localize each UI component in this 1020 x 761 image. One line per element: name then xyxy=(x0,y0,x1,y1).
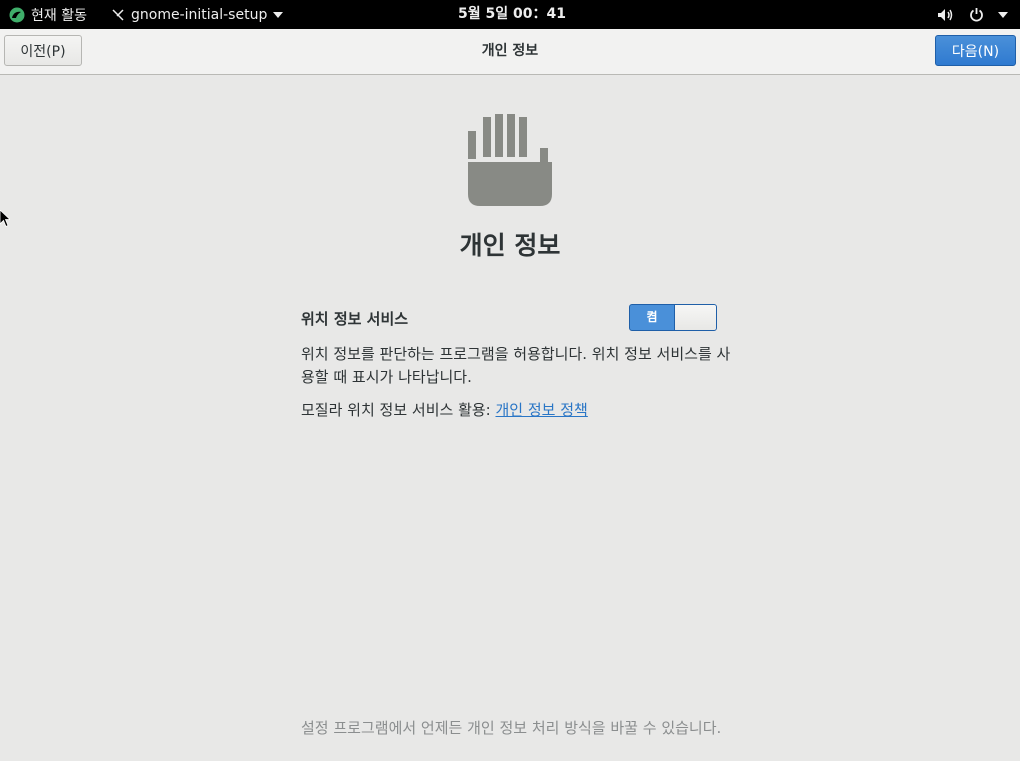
activities-label: 현재 활동 xyxy=(31,7,87,24)
volume-icon xyxy=(938,8,953,21)
next-button[interactable]: 다음(N) xyxy=(935,35,1016,66)
power-icon xyxy=(970,8,983,22)
clock[interactable]: 5월 5일 00：41 xyxy=(458,0,566,29)
header-bar: 이전(P) 개인 정보 다음(N) xyxy=(0,29,1020,75)
top-bar: 현재 활동 gnome-initial-setup 5월 5일 00：41 xyxy=(0,0,1020,29)
switch-knob[interactable] xyxy=(674,305,716,330)
footer-note: 설정 프로그램에서 언제든 개인 정보 처리 방식을 바꿀 수 있습니다. xyxy=(301,719,722,737)
app-menu[interactable]: gnome-initial-setup xyxy=(111,0,284,29)
policy-line: 모질라 위치 정보 서비스 활용: 개인 정보 정책 xyxy=(301,399,588,422)
app-tool-icon xyxy=(112,8,124,21)
chevron-down-icon xyxy=(273,11,284,18)
back-button[interactable]: 이전(P) xyxy=(4,35,82,66)
system-status-menu[interactable] xyxy=(937,0,1008,29)
privacy-policy-link[interactable]: 개인 정보 정책 xyxy=(496,401,588,419)
chevron-down-icon xyxy=(998,11,1008,18)
distro-logo-icon xyxy=(9,7,25,22)
privacy-hand-icon xyxy=(468,114,552,206)
location-services-label: 위치 정보 서비스 xyxy=(301,310,409,328)
switch-state-label: 켬 xyxy=(646,310,658,324)
header-title: 개인 정보 xyxy=(481,43,539,59)
location-services-switch[interactable]: 켬 xyxy=(629,304,717,331)
page-heading: 개인 정보 xyxy=(459,231,561,260)
activities-button[interactable]: 현재 활동 xyxy=(9,0,87,29)
app-menu-label: gnome-initial-setup xyxy=(131,6,268,23)
location-description: 위치 정보를 판단하는 프로그램을 허용합니다. 위치 정보 서비스를 사용할 … xyxy=(301,345,731,386)
policy-prefix: 모질라 위치 정보 서비스 활용: xyxy=(301,401,496,419)
mouse-cursor-icon xyxy=(0,210,10,228)
